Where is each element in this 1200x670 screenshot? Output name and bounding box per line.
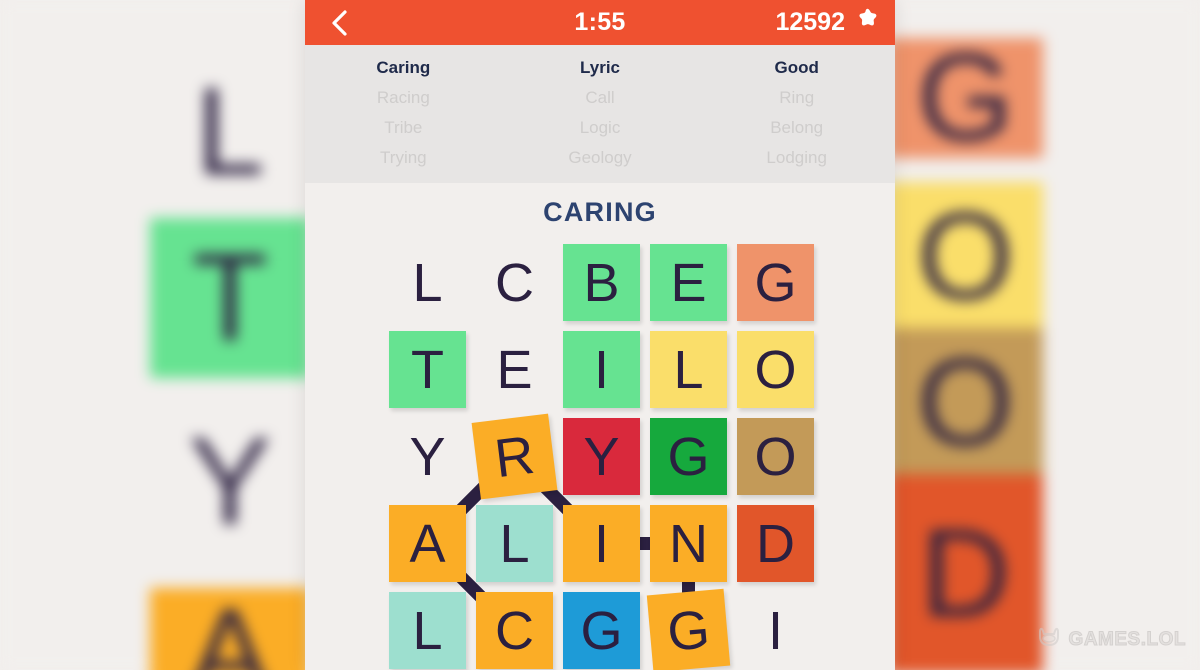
word-list: Caring Lyric Good Racing Call Ring Tribe Logic B… xyxy=(305,45,895,183)
word-list-item: Call xyxy=(585,88,615,107)
letter-grid-wrapper: LCBEGTEILOYRYGOALINDLCGGI xyxy=(305,236,895,670)
word-list-row: Racing Call Ring xyxy=(305,83,895,113)
word-list-item: Geology xyxy=(568,148,632,167)
letter-tile[interactable]: L xyxy=(389,244,466,321)
letter-tile[interactable]: I xyxy=(737,592,814,669)
background-letter-tile: G xyxy=(888,29,1043,167)
game-screen: 1:55 12592 Caring Lyric Good Racing Call Ring… xyxy=(305,0,895,670)
letter-tile[interactable]: Y xyxy=(389,418,466,495)
score-area: 12592 xyxy=(775,0,881,45)
letter-tile[interactable]: I xyxy=(563,505,640,582)
games-lol-watermark: GAMES.LOL xyxy=(1036,627,1186,652)
letter-tile[interactable]: B xyxy=(563,244,640,321)
word-list-row: Caring Lyric Good xyxy=(305,53,895,83)
letter-tile[interactable]: T xyxy=(389,331,466,408)
score-value: 12592 xyxy=(775,8,845,36)
word-list-item: Lyric xyxy=(580,58,621,77)
background-letter-tile: D xyxy=(888,474,1043,670)
word-list-item: Caring xyxy=(376,58,431,77)
word-list-item: Ring xyxy=(779,88,815,107)
watermark-text: GAMES.LOL xyxy=(1068,628,1186,650)
background-blur-right: GOOD xyxy=(888,0,1200,670)
letter-tile[interactable]: Y xyxy=(563,418,640,495)
letter-tile[interactable]: I xyxy=(563,331,640,408)
letter-tile[interactable]: O xyxy=(737,331,814,408)
letter-tile[interactable]: E xyxy=(650,244,727,321)
word-list-item: Logic xyxy=(579,118,621,137)
word-list-item: Good xyxy=(774,58,819,77)
screenshot-stage: LTYA GOOD 1:55 12592 Caring Lyric Good R… xyxy=(0,0,1200,670)
word-list-row: Trying Geology Lodging xyxy=(305,143,895,173)
letter-tile[interactable]: L xyxy=(476,505,553,582)
letter-tile[interactable]: A xyxy=(389,505,466,582)
background-letter-tile: Y xyxy=(188,413,272,551)
star-icon xyxy=(854,7,881,38)
word-list-item: Belong xyxy=(770,118,824,137)
background-letter-tile: T xyxy=(150,218,310,378)
letter-tile[interactable]: D xyxy=(737,505,814,582)
game-header: 1:55 12592 xyxy=(305,0,895,45)
word-list-item: Lodging xyxy=(766,148,827,167)
games-lol-logo-icon xyxy=(1036,627,1062,652)
letter-tile[interactable]: C xyxy=(476,244,553,321)
letter-tile[interactable]: E xyxy=(476,331,553,408)
letter-tile[interactable]: G xyxy=(650,418,727,495)
background-letter-tile: O xyxy=(888,328,1043,478)
letter-tile[interactable]: L xyxy=(650,331,727,408)
background-letter-tile: O xyxy=(888,182,1043,332)
current-word-label: CARING xyxy=(543,197,657,227)
letter-tile[interactable]: G xyxy=(737,244,814,321)
letter-tile[interactable]: C xyxy=(476,592,553,669)
word-list-row: Tribe Logic Belong xyxy=(305,113,895,143)
letter-tile[interactable]: O xyxy=(737,418,814,495)
letter-grid[interactable]: LCBEGTEILOYRYGOALINDLCGGI xyxy=(305,236,895,670)
letter-tile[interactable]: G xyxy=(563,592,640,669)
word-list-item: Trying xyxy=(380,148,427,167)
letter-tile[interactable]: G xyxy=(646,588,731,670)
letter-tile[interactable]: L xyxy=(389,592,466,669)
letter-tile[interactable]: R xyxy=(471,413,558,500)
background-blur-left: LTYA xyxy=(0,0,312,670)
background-letter-tile: L xyxy=(195,63,265,201)
word-list-item: Racing xyxy=(376,88,430,107)
background-letter-tile: A xyxy=(150,584,310,670)
word-list-item: Tribe xyxy=(384,118,423,137)
letter-tile[interactable]: N xyxy=(650,505,727,582)
